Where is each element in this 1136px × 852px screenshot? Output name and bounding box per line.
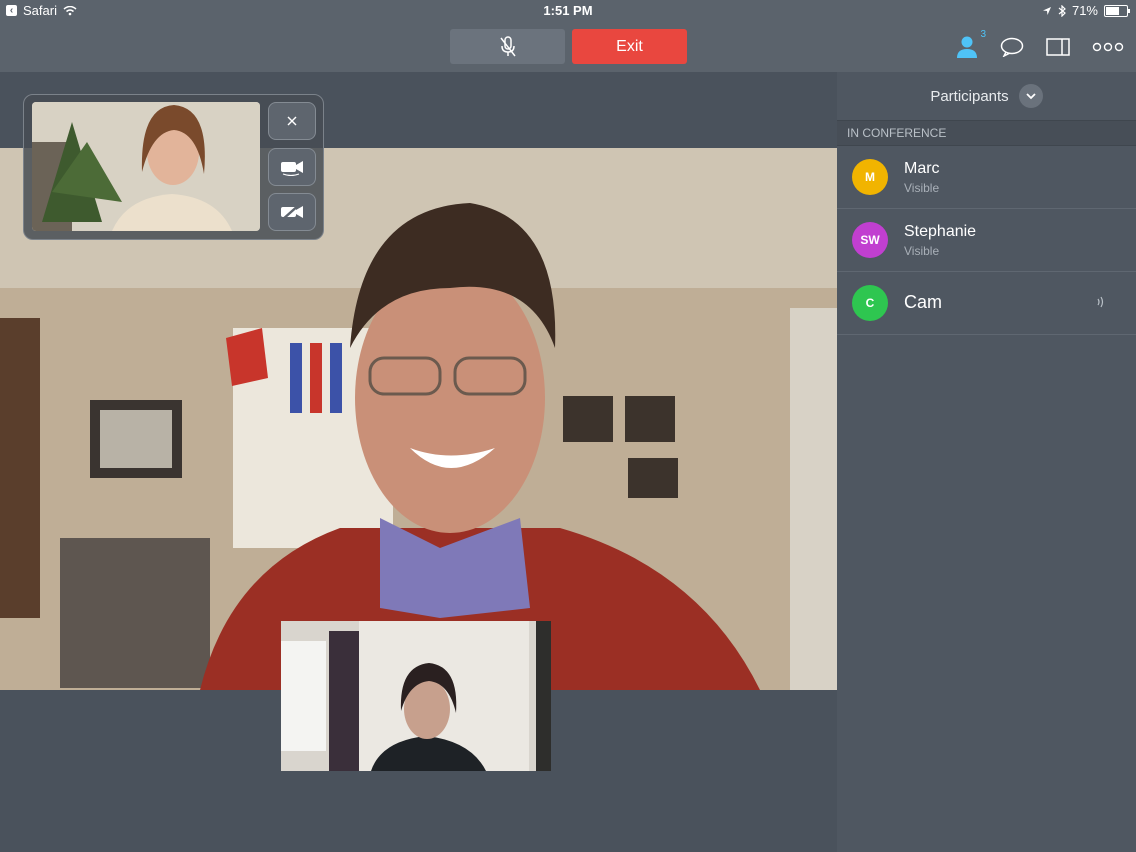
toolbar-icons: 3 <box>956 29 1124 64</box>
avatar: SW <box>852 222 888 258</box>
thumbnail-video-image <box>281 621 551 771</box>
status-right: 71% <box>1042 3 1130 18</box>
participants-icon <box>957 36 977 58</box>
chat-icon <box>1000 37 1024 57</box>
layout-icon <box>1046 38 1070 56</box>
participant-name: Cam <box>904 292 943 312</box>
participant-name: Stephanie <box>904 223 977 240</box>
camera-off-icon <box>281 203 303 221</box>
participants-header[interactable]: Participants <box>837 72 1136 120</box>
mute-microphone-button[interactable] <box>450 29 565 64</box>
in-conference-label: IN CONFERENCE <box>837 120 1136 146</box>
chevron-down-icon[interactable] <box>1018 84 1043 108</box>
microphone-muted-icon <box>499 35 516 56</box>
participants-sidebar: Participants IN CONFERENCE M Marc Visibl… <box>837 72 1136 852</box>
participant-row[interactable]: C Cam <box>837 272 1136 335</box>
bluetooth-icon <box>1058 4 1066 17</box>
switch-camera-icon <box>281 161 303 176</box>
participants-title: Participants <box>930 87 1009 105</box>
battery-icon <box>1104 4 1130 17</box>
participant-status: Visible <box>904 244 940 258</box>
layout-button[interactable] <box>1046 37 1070 57</box>
self-video-image <box>32 102 260 231</box>
participant-name: Marc <box>904 160 940 177</box>
participant-row[interactable]: SW Stephanie Visible <box>837 209 1136 272</box>
participant-thumbnail-video[interactable] <box>281 621 551 771</box>
close-self-view-button[interactable] <box>268 102 316 140</box>
exit-button[interactable]: Exit <box>572 29 687 64</box>
participants-count: 3 <box>980 29 986 40</box>
switch-camera-button[interactable] <box>268 148 316 186</box>
more-icon <box>1092 42 1124 52</box>
more-button[interactable] <box>1092 42 1124 52</box>
participant-row[interactable]: M Marc Visible <box>837 146 1136 209</box>
participants-button[interactable]: 3 <box>956 29 986 59</box>
location-icon <box>1042 6 1051 15</box>
close-icon <box>287 116 297 126</box>
avatar: C <box>852 285 888 321</box>
clock: 1:51 PM <box>543 3 593 18</box>
avatar: M <box>852 159 888 195</box>
top-bar: ‹ Safari 1:51 PM 71% Exit 3 <box>0 0 1136 72</box>
speaking-icon <box>1097 296 1104 308</box>
participant-status: Visible <box>904 181 940 195</box>
chat-button[interactable] <box>1000 37 1024 57</box>
self-view-panel <box>23 94 324 240</box>
status-bar: ‹ Safari 1:51 PM 71% <box>0 0 1136 22</box>
battery-percent: 71% <box>1071 3 1098 18</box>
video-stage <box>0 72 837 852</box>
self-view-video[interactable] <box>32 102 260 231</box>
camera-off-button[interactable] <box>268 193 316 231</box>
